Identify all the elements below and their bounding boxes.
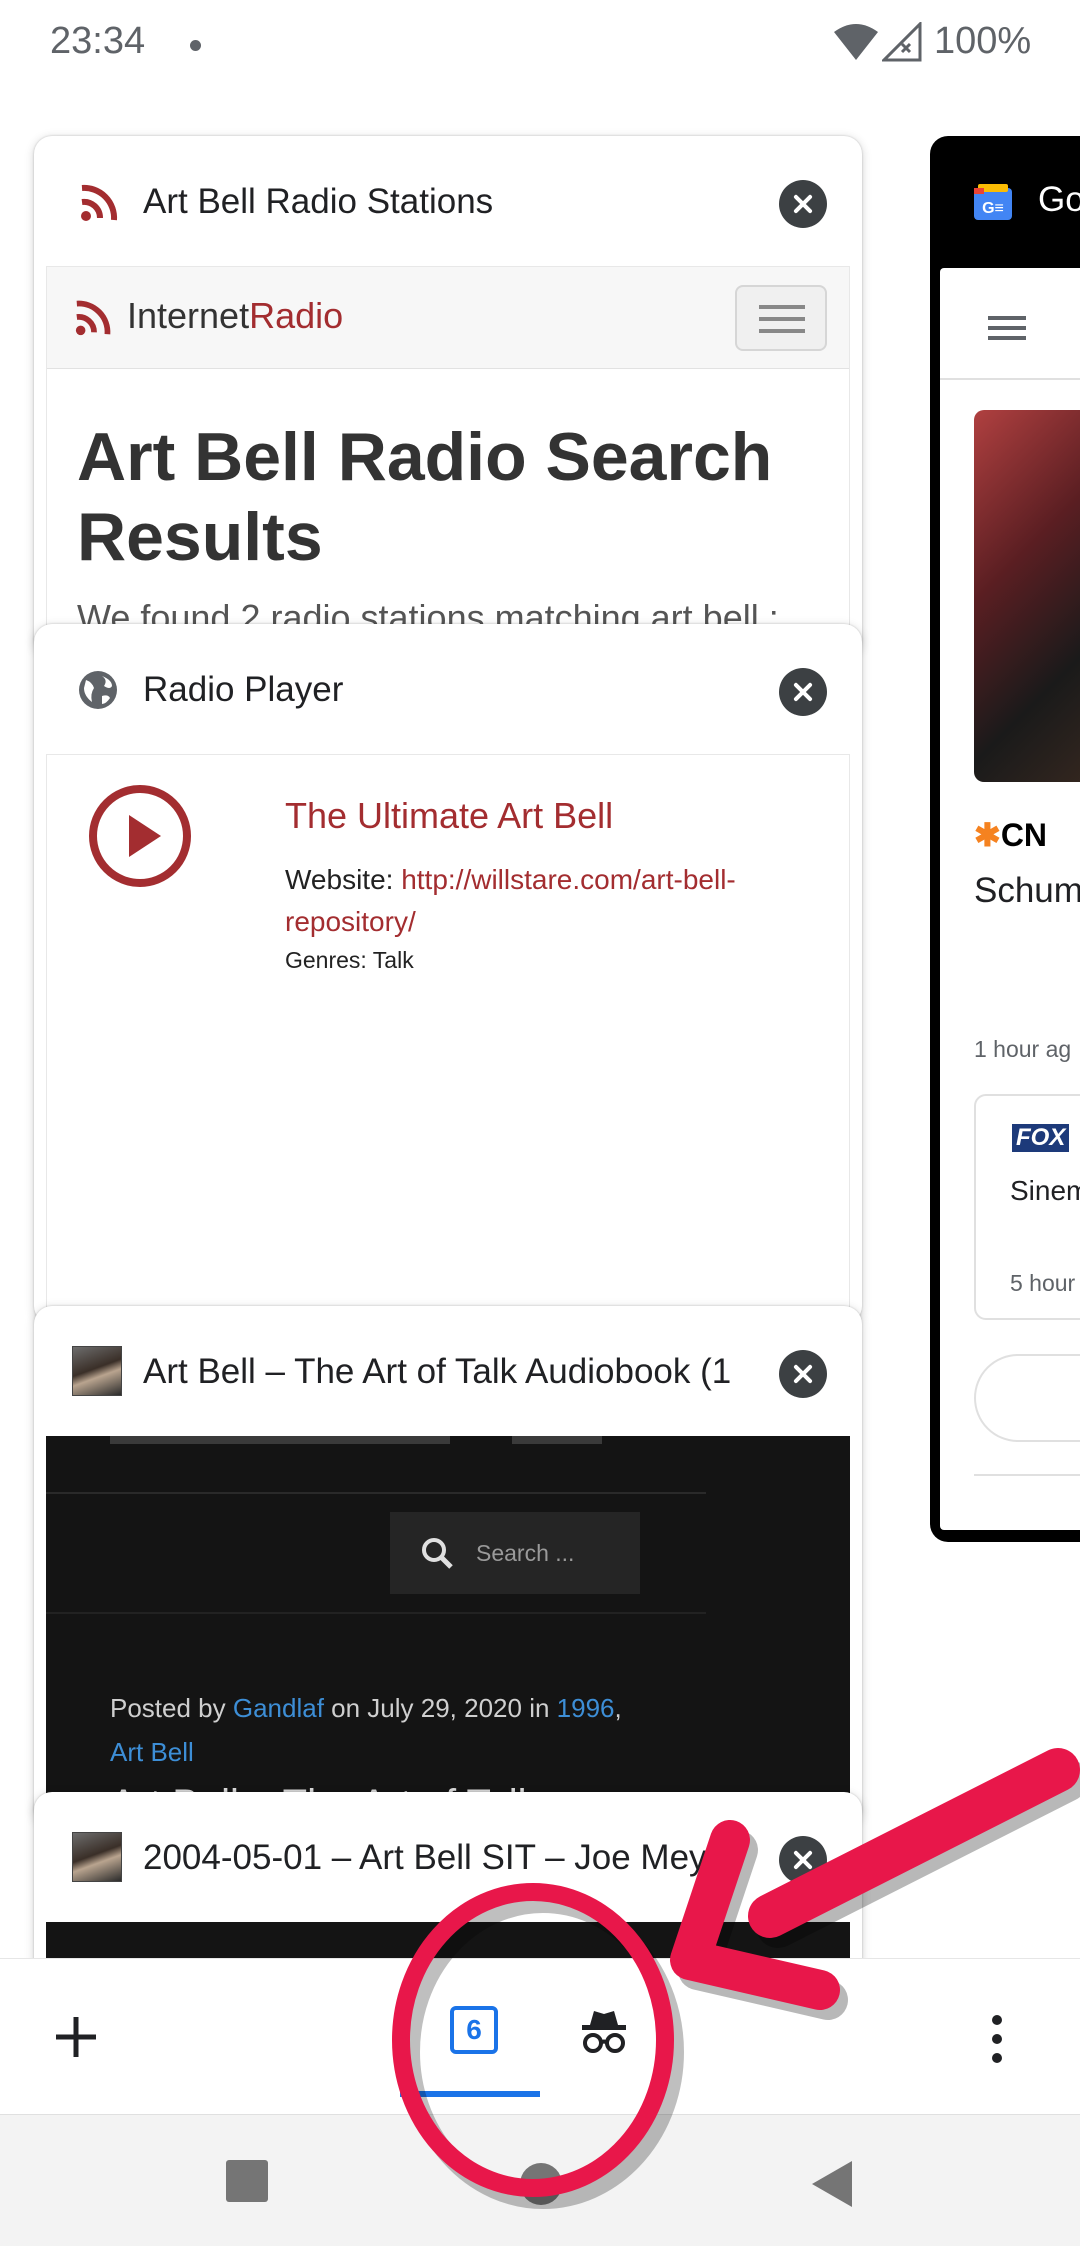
tab-card-art-of-talk-audiobook[interactable]: Art Bell – The Art of Talk Audiobook (1 … [34,1306,862,1826]
news-card: FOX Sinem recipi 5 hour [974,1094,1080,1320]
nav-stub [110,1436,450,1444]
tab-card-header: Radio Player [34,624,862,754]
site-navbar: InternetRadio [47,267,849,369]
news-source-cnbc: ✱CN [974,817,1048,853]
tab-title: Art Bell Radio Stations [143,182,494,221]
tab-card-radio-player[interactable]: Radio Player The Ultimate Art Bell Websi… [34,624,862,1324]
tab-card-header: 2004-05-01 – Art Bell SIT – Joe Mey [34,1792,862,1922]
tab-card-header: Art Bell – The Art of Talk Audiobook (1 [34,1306,862,1436]
status-bar: 23:34 100% [0,0,1080,92]
search-placeholder: Search ... [476,1540,575,1566]
radio-waves-icon [75,300,111,336]
status-time: 23:34 [50,20,146,62]
site-search-box: Search ... [390,1512,640,1594]
post-meta: Posted by Gandlaf on July 29, 2020 in 19… [110,1693,622,1767]
tab-card-art-bell-radio-stations[interactable]: Art Bell Radio Stations InternetRadio Ar… [34,136,862,656]
recents-button[interactable] [226,2160,268,2202]
tab-thumbnail: ✱CN Schum cut ca climate 1 hour ag FOX S… [940,268,1080,1530]
tab-switcher-button[interactable]: 6 [450,2006,498,2054]
selected-tab-indicator [400,2091,540,2097]
incognito-icon[interactable] [578,2005,630,2057]
news-card-headline: Sinem recipi [1010,1175,1080,1206]
tab-title: Radio Player [143,670,344,709]
tab-title: 2004-05-01 – Art Bell SIT – Joe Mey [143,1838,707,1877]
svg-text:G≡: G≡ [982,200,1004,217]
tab-title: Art Bell – The Art of Talk Audiobook (1 [143,1352,732,1391]
station-website: Website: http://willstare.com/art-bell-r… [285,864,736,937]
globe-icon [79,671,117,709]
close-tab-button[interactable] [779,1350,827,1398]
more-vert-icon[interactable] [992,2015,1002,2072]
google-news-header [940,268,1080,380]
system-nav-bar [0,2114,1080,2246]
site-favicon-icon [72,1346,122,1396]
new-tab-button[interactable] [54,2015,98,2059]
news-pill-button [974,1354,1080,1442]
notification-dot-icon [190,40,201,51]
home-button[interactable] [520,2163,562,2205]
page-heading: Art Bell Radio Search Results [77,419,773,575]
station-name: The Ultimate Art Bell [285,795,614,836]
battery-percentage: 100% [934,20,1032,62]
tab-thumbnail: The Ultimate Art Bell Website: http://wi… [46,754,850,1324]
news-headline: Schum cut ca climate [974,871,1080,910]
divider [974,1474,1080,1476]
news-source-fox: FOX [1012,1124,1070,1152]
station-genres: Genres: Talk [285,947,414,973]
signal-icon [882,22,922,62]
radio-waves-icon [81,184,118,221]
google-news-icon: G≡ [974,184,1012,220]
close-tab-button[interactable] [779,1836,827,1884]
tab-card-google-news[interactable]: G≡ Go ✱CN Schum cut ca climate 1 hour ag… [930,136,1080,1542]
nav-stub [512,1436,602,1444]
tab-title: Go [1038,180,1080,219]
divider [46,1612,706,1614]
play-circle-icon [89,785,191,887]
tab-card-header: Art Bell Radio Stations [34,136,862,266]
bottom-toolbar: 6 [0,1958,1080,2114]
close-tab-button[interactable] [779,668,827,716]
divider [46,1492,706,1494]
site-favicon-icon [72,1832,122,1882]
tab-switcher-screen: 23:34 100% G≡ Go ✱CN Schum 1 hour ag FOX… [0,0,1080,2246]
news-time: 1 hour ag [974,1036,1072,1062]
search-icon [422,1538,453,1569]
hamburger-menu-icon [735,285,827,351]
wifi-icon [834,24,878,60]
close-tab-button[interactable] [779,180,827,228]
tab-thumbnail: Search ... Posted by Gandlaf on July 29,… [46,1436,850,1826]
tab-thumbnail: InternetRadio Art Bell Radio Search Resu… [46,266,850,656]
news-card-time: 5 hour [1010,1270,1076,1296]
site-brand: InternetRadio [127,295,344,336]
news-image [974,410,1080,782]
back-button[interactable] [810,2159,856,2209]
